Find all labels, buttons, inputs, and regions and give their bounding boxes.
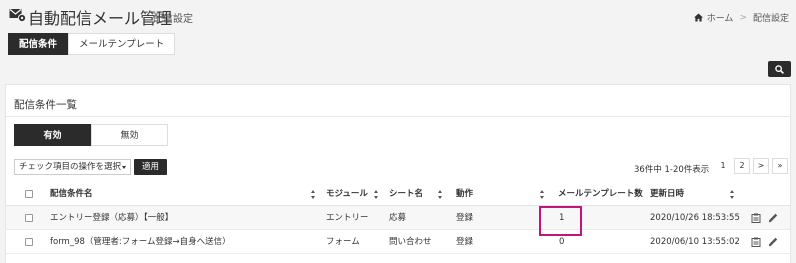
bulk-action-placeholder: チェック項目の操作を選択 [19, 162, 122, 172]
mail-gear-icon [9, 9, 26, 22]
next-page-link[interactable]: > [753, 158, 769, 174]
page-subtitle: 配信設定 [153, 14, 193, 25]
status-tabs: 有効 無効 [14, 124, 168, 146]
panel-divider [6, 116, 790, 117]
sheet-cell: 応募 [389, 213, 407, 223]
condition-name-link[interactable]: form_98（管理者:フォーム登録→自身へ送信） [50, 230, 231, 254]
search-icon [775, 64, 784, 74]
table-row: エントリー登録（応募）【一般】 エントリー 応募 登録 1 2020/10/26… [6, 206, 790, 230]
panel-title: 配信条件一覧 [14, 99, 77, 111]
tab-mail-templates[interactable]: メールテンプレート [68, 33, 176, 55]
tab-delivery-conditions[interactable]: 配信条件 [8, 33, 69, 55]
row-checkbox[interactable] [25, 238, 33, 246]
updated-cell: 2020/10/26 18:53:55 [650, 213, 740, 223]
sort-icon[interactable] [540, 190, 545, 199]
tab-enabled[interactable]: 有効 [14, 124, 91, 146]
pencil-icon[interactable] [768, 237, 778, 247]
breadcrumb-separator: > [739, 12, 747, 23]
last-page-link[interactable]: » [772, 158, 788, 174]
condition-name-link[interactable]: エントリー登録（応募）【一般】 [50, 206, 173, 230]
delivery-conditions-panel: 配信条件一覧 有効 無効 チェック項目の操作を選択 適用 36件中 1-20件表… [5, 84, 791, 263]
column-header-module: モジュール [326, 189, 368, 199]
home-icon[interactable] [693, 13, 703, 22]
module-cell: フォーム [326, 237, 360, 247]
template-count-cell: 1 [559, 213, 565, 223]
sort-icon[interactable] [311, 190, 316, 199]
sort-icon[interactable] [438, 190, 443, 199]
page-title: 自動配信メール管理 [28, 9, 173, 28]
sheet-cell: 問い合わせ [389, 237, 432, 247]
breadcrumb: ホーム > 配信設定 [693, 11, 789, 24]
select-all-checkbox[interactable] [25, 190, 33, 198]
row-checkbox[interactable] [25, 214, 33, 222]
column-header-action: 動作 [456, 189, 474, 199]
pencil-icon[interactable] [768, 213, 778, 223]
column-header-name: 配信条件名 [50, 189, 93, 199]
clipboard-icon[interactable] [751, 213, 761, 223]
updated-cell: 2020/06/10 13:55:02 [650, 237, 740, 247]
clipboard-icon[interactable] [751, 237, 761, 247]
page-2-link[interactable]: 2 [734, 158, 750, 174]
column-header-template-count: メールテンプレート数 [558, 189, 643, 199]
template-count-cell: 0 [559, 237, 565, 247]
column-header-updated: 更新日時 [650, 189, 685, 199]
caret-down-icon [122, 166, 126, 169]
apply-button[interactable]: 適用 [134, 159, 167, 175]
sort-icon[interactable] [374, 190, 379, 199]
column-header-sheet: シート名 [389, 189, 424, 199]
pagination: 1 2 > » [715, 158, 788, 174]
breadcrumb-home-link[interactable]: ホーム [707, 11, 734, 24]
page-1-link[interactable]: 1 [715, 158, 731, 174]
module-cell: エントリー [326, 213, 369, 223]
bulk-action-select[interactable]: チェック項目の操作を選択 [14, 159, 131, 175]
sort-icon[interactable] [730, 190, 735, 199]
table-header-row: 配信条件名 モジュール シート名 動作 メールテンプレート数 更新日時 [6, 182, 790, 206]
action-cell: 登録 [456, 213, 474, 223]
breadcrumb-current: 配信設定 [752, 14, 789, 24]
conditions-table: 配信条件名 モジュール シート名 動作 メールテンプレート数 更新日時 エントリ… [6, 182, 790, 254]
tab-disabled[interactable]: 無効 [91, 124, 168, 146]
table-row: form_98（管理者:フォーム登録→自身へ送信） フォーム 問い合わせ 登録 … [6, 230, 790, 254]
action-cell: 登録 [456, 237, 474, 247]
top-tabs: 配信条件 メールテンプレート [8, 33, 176, 55]
search-button[interactable] [768, 61, 791, 77]
page-header: 自動配信メール管理 配信設定 ホーム > 配信設定 [0, 0, 796, 30]
pager-info: 36件中 1-20件表示 [634, 165, 710, 175]
